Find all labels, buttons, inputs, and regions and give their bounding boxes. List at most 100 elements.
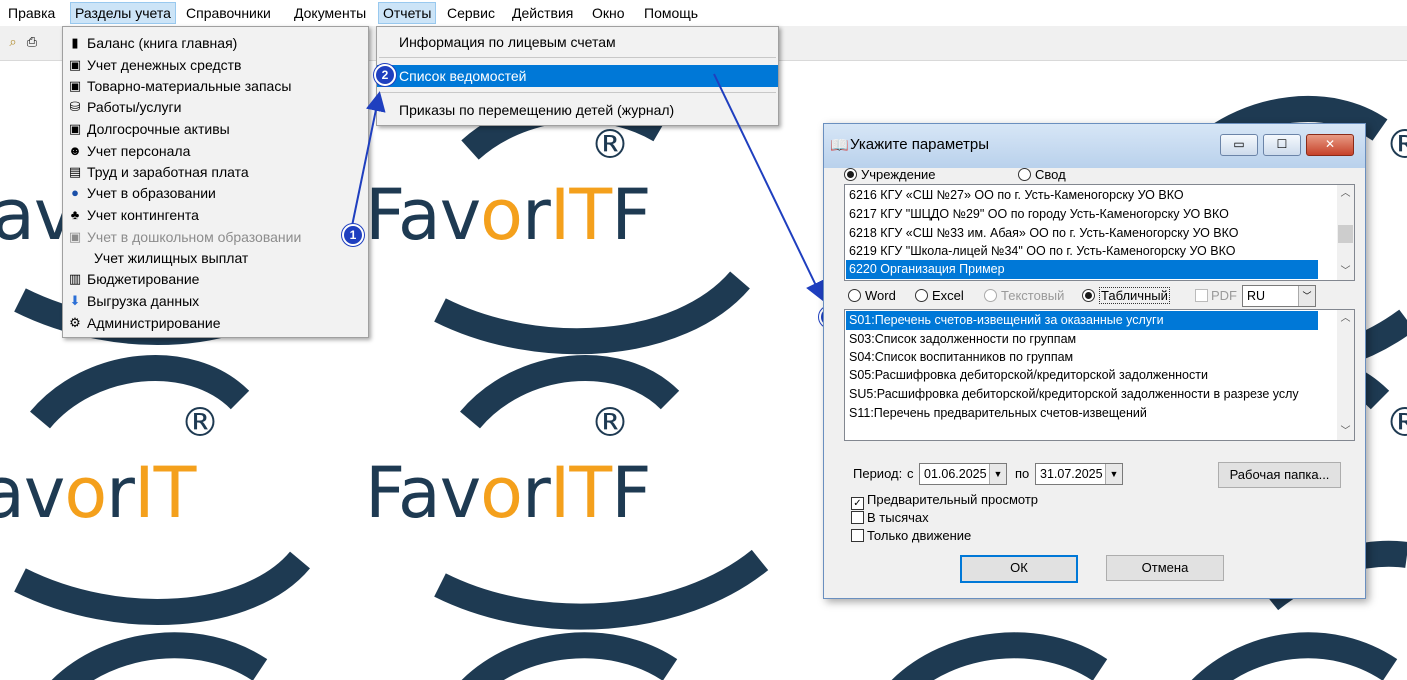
reports-list[interactable]: S01:Перечень счетов-извещений за оказанн…	[844, 309, 1355, 441]
radio-summary[interactable]: Свод	[1018, 167, 1066, 183]
thousands-checkbox[interactable]: В тысячах	[851, 510, 929, 526]
institutions-scrollbar[interactable]: ︿ ﹀	[1337, 185, 1354, 280]
education-icon: ●	[71, 185, 79, 200]
preview-checkbox[interactable]: ✓ Предварительный просмотр	[851, 492, 1038, 510]
services-icon: ⛁	[69, 99, 81, 114]
registered-mark: ®	[1385, 400, 1407, 446]
radio-excel[interactable]: Excel	[915, 288, 964, 304]
registered-mark: ®	[590, 400, 630, 446]
language-select[interactable]: RU ﹀	[1242, 285, 1316, 307]
scroll-up-icon[interactable]: ︿	[1337, 310, 1354, 327]
minimize-button[interactable]: ▭	[1220, 134, 1258, 156]
book-icon: ▮	[71, 35, 79, 50]
budget-icon: ▥	[68, 271, 82, 286]
menu-item-administration[interactable]: ⚙ Администрирование	[63, 312, 368, 334]
radio-word[interactable]: Word	[848, 288, 896, 304]
dialog-title: Укажите параметры	[850, 136, 990, 153]
scroll-up-icon[interactable]: ︿	[1337, 185, 1354, 202]
menu-item-housing-payments[interactable]: Учет жилищных выплат	[63, 247, 368, 269]
menu-item-services[interactable]: ⛁ Работы/услуги	[63, 96, 368, 118]
menu-item-statement-list[interactable]: Список ведомостей	[377, 65, 778, 87]
institutions-list[interactable]: 6216 КГУ «СШ №27» ОО по г. Усть-Каменого…	[844, 184, 1355, 281]
menu-edit[interactable]: Правка	[4, 3, 59, 23]
chevron-down-icon[interactable]: ▼	[989, 464, 1006, 484]
menu-item-preschool: ▣ Учет в дошкольном образовании	[68, 229, 302, 245]
personnel-icon: ☻	[68, 143, 82, 158]
menu-item-cash[interactable]: ▣ Учет денежных средств	[63, 54, 368, 76]
list-item[interactable]: S05:Расшифровка дебиторской/кредиторской…	[846, 366, 1318, 385]
menu-documents[interactable]: Документы	[290, 3, 370, 23]
radio-table[interactable]: Табличный	[1082, 287, 1170, 304]
admin-icon: ⚙	[69, 315, 81, 330]
checkbox-box: ✓	[851, 497, 864, 510]
date-to-picker[interactable]: 31.07.2025 ▼	[1035, 463, 1123, 485]
list-item[interactable]: SU5:Расшифровка дебиторской/кредиторской…	[846, 385, 1318, 404]
list-item[interactable]: S04:Список воспитанников по группам	[846, 348, 1318, 367]
checkbox-box	[851, 511, 864, 524]
menu-separator	[379, 57, 776, 58]
menu-item-balance[interactable]: ▮ Баланс (книга главная)	[63, 32, 368, 54]
menu-reports[interactable]: Отчеты	[378, 2, 437, 24]
list-item[interactable]: 6219 КГУ "Школа-лицей №34" ОО по г. Усть…	[846, 242, 1318, 261]
period-label: Период:	[853, 466, 903, 481]
menu-references[interactable]: Справочники	[182, 3, 275, 23]
contingent-icon: ♣	[70, 207, 80, 222]
watermark-text-row1-mid: FavorITF	[365, 174, 651, 256]
menu-item-education[interactable]: ● Учет в образовании	[63, 182, 368, 204]
period-to-label: по	[1015, 466, 1030, 481]
radio-text: Текстовый	[984, 288, 1064, 304]
cancel-button[interactable]: Отмена	[1106, 555, 1224, 581]
book-icon: 📖	[830, 137, 849, 154]
list-item[interactable]: S11:Перечень предварительных счетов-изве…	[846, 404, 1318, 423]
scroll-down-icon[interactable]: ﹀	[1337, 263, 1354, 280]
menu-item-personnel[interactable]: ☻ Учет персонала	[63, 140, 368, 162]
callout-badge-2: 2	[374, 64, 396, 86]
date-from-picker[interactable]: 01.06.2025 ▼	[919, 463, 1007, 485]
list-item[interactable]: 6218 КГУ «СШ №33 им. Абая» ОО по г. Усть…	[846, 224, 1318, 243]
radio-circle	[1082, 289, 1095, 302]
pdf-checkbox: PDF	[1195, 288, 1237, 304]
menu-item-child-transfer-orders[interactable]: Приказы по перемещению детей (журнал)	[377, 99, 778, 121]
movement-only-checkbox[interactable]: Только движение	[851, 528, 971, 544]
radio-circle	[984, 289, 997, 302]
registered-mark: ®	[180, 400, 220, 446]
work-folder-button[interactable]: Рабочая папка...	[1218, 462, 1341, 488]
maximize-button[interactable]: ☐	[1263, 134, 1301, 156]
list-item-selected[interactable]: 6220 Организация Пример	[846, 260, 1318, 279]
find-icon[interactable]: ⌕	[5, 34, 21, 50]
menu-service[interactable]: Сервис	[443, 3, 499, 23]
chevron-down-icon[interactable]: ▼	[1105, 464, 1122, 484]
list-item[interactable]: S03:Список задолженности по группам	[846, 330, 1318, 349]
registered-mark: ®	[1385, 122, 1407, 168]
menu-actions[interactable]: Действия	[508, 3, 577, 23]
menu-item-contingent[interactable]: ♣ Учет контингента	[63, 204, 368, 226]
menu-item-inventory[interactable]: ▣ Товарно-материальные запасы	[63, 75, 368, 97]
money-doc-icon: ▣	[68, 57, 82, 72]
ok-button[interactable]: ОК	[960, 555, 1078, 583]
list-item[interactable]: 6217 КГУ "ШЦДО №29" ОО по городу Усть-Ка…	[846, 205, 1318, 224]
export-icon: ⬇	[69, 293, 81, 308]
scroll-down-icon[interactable]: ﹀	[1337, 423, 1354, 440]
menu-item-long-term-assets[interactable]: ▣ Долгосрочные активы	[63, 118, 368, 140]
menu-item-budgeting[interactable]: ▥ Бюджетирование	[63, 268, 368, 290]
menu-item-data-export[interactable]: ⬇ Выгрузка данных	[63, 290, 368, 312]
radio-institution[interactable]: Учреждение	[844, 167, 936, 183]
radio-circle	[844, 168, 857, 181]
close-button[interactable]: ✕	[1306, 134, 1354, 156]
menu-item-salary[interactable]: ▤ Труд и заработная плата	[63, 161, 368, 183]
reports-scrollbar[interactable]: ︿ ﹀	[1337, 310, 1354, 440]
dialog-titlebar[interactable]: 📖 Укажите параметры ▭ ☐ ✕	[824, 124, 1365, 168]
menu-item-account-info[interactable]: Информация по лицевым счетам	[377, 31, 778, 53]
watermark-text-row2-left: avorIT	[0, 452, 196, 534]
menu-separator	[379, 92, 776, 93]
menu-help[interactable]: Помощь	[640, 3, 702, 23]
reports-dropdown: Информация по лицевым счетам Список ведо…	[376, 26, 779, 126]
print-icon[interactable]: ⎙	[24, 34, 40, 50]
list-item[interactable]: 6216 КГУ «СШ №27» ОО по г. Усть-Каменого…	[846, 186, 1318, 205]
chevron-down-icon[interactable]: ﹀	[1298, 286, 1315, 306]
scroll-thumb[interactable]	[1338, 225, 1353, 243]
menu-accounting-sections[interactable]: Разделы учета	[70, 2, 176, 24]
list-item-selected[interactable]: S01:Перечень счетов-извещений за оказанн…	[846, 311, 1318, 330]
salary-icon: ▤	[68, 164, 82, 179]
menu-window[interactable]: Окно	[588, 3, 629, 23]
